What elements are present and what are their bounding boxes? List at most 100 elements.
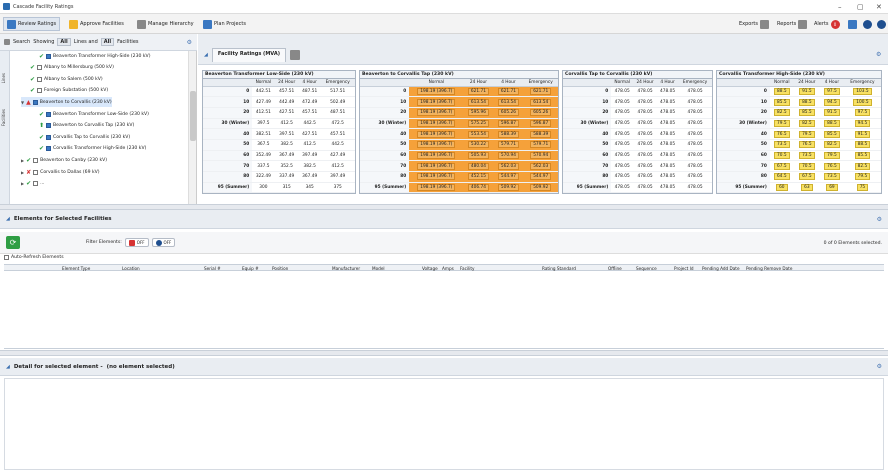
tree-item[interactable]: ▶ ✔ Beaverton to Canby (230 kV): [21, 155, 107, 165]
rating-cell[interactable]: 315: [274, 182, 299, 194]
collapse-detail-icon[interactable]: ◢: [6, 364, 10, 370]
tree-item[interactable]: ▶ ✘ Corvallis to Dallas (69 kV): [21, 167, 100, 177]
rating-cell[interactable]: 478.05: [611, 118, 634, 130]
tools-button[interactable]: [845, 17, 860, 31]
tree-item-checkbox[interactable]: [33, 157, 39, 163]
rating-cell[interactable]: 427.51: [298, 128, 321, 140]
rating-cell[interactable]: 478.05: [657, 128, 679, 140]
rating-cell[interactable]: 478.05: [678, 182, 712, 194]
tree-item-checkbox[interactable]: [46, 146, 52, 152]
rating-cell[interactable]: 579.71: [493, 139, 524, 151]
rating-cell[interactable]: 570.94: [493, 150, 524, 162]
rating-cell[interactable]: 198.19 (396.7): [409, 182, 464, 194]
rating-cell[interactable]: 478.05: [633, 150, 658, 162]
tree-item[interactable]: ✔ Beaverton Transformer High-Side (230 kV…: [39, 51, 151, 61]
elements-grid-body[interactable]: [4, 271, 884, 349]
rating-cell[interactable]: 478.05: [633, 139, 658, 151]
rating-cell[interactable]: 79.5: [843, 171, 881, 183]
rating-cell[interactable]: 478.05: [633, 107, 658, 119]
rating-cell[interactable]: 412.5: [298, 139, 321, 151]
rating-cell[interactable]: 570.94: [523, 150, 558, 162]
rating-cell[interactable]: 69: [820, 182, 844, 194]
rating-cell[interactable]: 67.5: [769, 160, 794, 172]
tree-scrollbar-thumb[interactable]: [190, 91, 196, 141]
rating-cell[interactable]: 478.05: [633, 128, 658, 140]
tree-item[interactable]: ▶ ✔...: [21, 179, 45, 189]
rating-cell[interactable]: 478.05: [678, 118, 712, 130]
rating-cell[interactable]: 352.49: [252, 150, 275, 162]
tree-item[interactable]: ▼ ▲ Beaverton to Corvallis (230 kV): [21, 97, 112, 108]
rating-cell[interactable]: 596.87: [493, 118, 524, 130]
tree-item-checkbox[interactable]: [33, 169, 39, 175]
rating-cell[interactable]: 97.5: [843, 107, 881, 119]
rating-cell[interactable]: 88.5: [843, 139, 881, 151]
maximize-button[interactable]: ▢: [857, 3, 864, 11]
detail-settings-icon[interactable]: ⚙: [877, 363, 882, 370]
rating-cell[interactable]: 345: [298, 182, 321, 194]
rating-cell[interactable]: 472.49: [298, 96, 321, 108]
rating-cell[interactable]: 367.49: [274, 150, 299, 162]
expand-arrow-icon[interactable]: ▼: [21, 100, 24, 105]
search-icon[interactable]: [4, 39, 10, 45]
rating-cell[interactable]: 478.05: [657, 171, 679, 183]
rating-cell[interactable]: 198.19 (396.7): [409, 160, 464, 172]
rating-cell[interactable]: 544.97: [523, 171, 558, 183]
rating-cell[interactable]: 88.5: [793, 96, 821, 108]
rating-cell[interactable]: 457.51: [298, 107, 321, 119]
rating-cell[interactable]: 575.25: [463, 118, 494, 130]
rating-cell[interactable]: 478.05: [633, 182, 658, 194]
rating-cell[interactable]: 397.51: [274, 128, 299, 140]
rating-cell[interactable]: 352.5: [274, 160, 299, 172]
approve-facilities-button[interactable]: Approve Facilities: [66, 17, 127, 31]
rating-cell[interactable]: 478.05: [657, 96, 679, 108]
rating-cell[interactable]: 73.5: [793, 150, 821, 162]
rating-cell[interactable]: 63: [793, 182, 821, 194]
rating-cell[interactable]: 76.5: [793, 139, 821, 151]
rating-cell[interactable]: 478.05: [633, 118, 658, 130]
auto-refresh-checkbox[interactable]: [4, 255, 9, 260]
rating-cell[interactable]: 588.39: [523, 128, 558, 140]
tree-item-checkbox[interactable]: [46, 53, 52, 59]
rating-cell[interactable]: 478.05: [678, 171, 712, 183]
rating-cell[interactable]: 478.05: [657, 107, 679, 119]
rating-cell[interactable]: 509.92: [523, 182, 558, 194]
rating-cell[interactable]: 595.96: [463, 107, 494, 119]
rating-cell[interactable]: 397.49: [320, 171, 355, 183]
rating-cell[interactable]: 94.5: [820, 96, 844, 108]
rating-cell[interactable]: 64.5: [769, 171, 794, 183]
rating-cell[interactable]: 480.04: [463, 160, 494, 172]
grid-view-icon[interactable]: [289, 50, 300, 60]
rating-cell[interactable]: 478.05: [611, 182, 634, 194]
rating-cell[interactable]: 82.5: [769, 107, 794, 119]
rating-cell[interactable]: 412.5: [320, 160, 355, 172]
tree-item[interactable]: ✔ Beaverton Transformer Low-Side (230 kV): [39, 109, 149, 119]
rating-cell[interactable]: 198.19 (396.7): [409, 128, 464, 140]
tree-item[interactable]: ✔ Corvallis Tap to Corvallis (230 kV): [39, 132, 130, 142]
tree-item-checkbox[interactable]: [46, 111, 52, 117]
rating-cell[interactable]: 198.19 (396.7): [409, 96, 464, 108]
rating-cell[interactable]: 382.5: [298, 160, 321, 172]
rating-cell[interactable]: 442.49: [274, 96, 299, 108]
filter-toggle-2[interactable]: OFF: [151, 238, 176, 247]
rating-cell[interactable]: 412.5: [274, 118, 299, 130]
rating-cell[interactable]: 613.54: [463, 96, 494, 108]
rating-cell[interactable]: 442.51: [252, 86, 275, 98]
tab-facility-ratings[interactable]: Facility Ratings (MVA): [211, 48, 286, 62]
rating-cell[interactable]: 478.05: [678, 150, 712, 162]
rating-cell[interactable]: 337.5: [252, 160, 275, 172]
rating-cell[interactable]: 367.5: [252, 139, 275, 151]
close-button[interactable]: ✕: [876, 3, 882, 11]
rating-cell[interactable]: 406.74: [463, 182, 494, 194]
rating-cell[interactable]: 478.05: [611, 96, 634, 108]
rating-cell[interactable]: 382.51: [252, 128, 275, 140]
rating-cell[interactable]: 478.05: [611, 139, 634, 151]
rating-cell[interactable]: 544.97: [493, 171, 524, 183]
auto-refresh-option[interactable]: Auto-Refresh Elements: [4, 255, 64, 260]
rating-cell[interactable]: 505.93: [463, 150, 494, 162]
ratings-settings-icon[interactable]: ⚙: [876, 51, 881, 58]
rating-cell[interactable]: 412.51: [252, 107, 275, 119]
rating-cell[interactable]: 478.05: [657, 150, 679, 162]
rating-cell[interactable]: 478.05: [611, 107, 634, 119]
rating-cell[interactable]: 478.05: [611, 86, 634, 98]
rating-cell[interactable]: 382.5: [274, 139, 299, 151]
